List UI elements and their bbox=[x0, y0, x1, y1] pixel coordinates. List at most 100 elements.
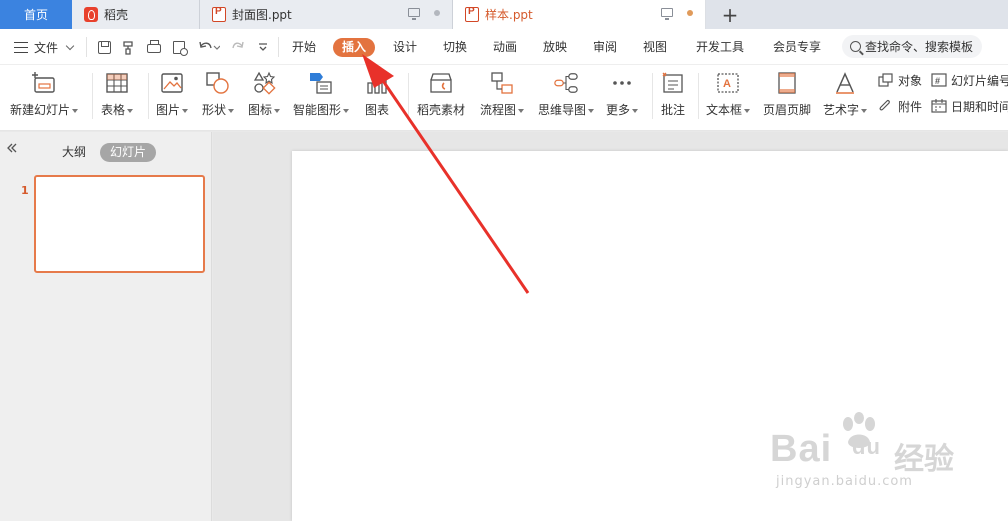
print-preview-icon bbox=[173, 40, 188, 56]
smartart-label: 智能图形 bbox=[293, 103, 342, 117]
header-footer-button[interactable]: 页眉页脚 bbox=[763, 69, 811, 125]
command-search-placeholder: 查找命令、搜索模板 bbox=[865, 40, 974, 54]
header-footer-label: 页眉页脚 bbox=[763, 103, 812, 117]
divider bbox=[92, 73, 93, 119]
format-painter-icon bbox=[122, 40, 133, 55]
header-footer-icon bbox=[774, 70, 800, 96]
tab-review[interactable]: 审阅 bbox=[593, 38, 617, 57]
icons-button[interactable]: 图标 bbox=[248, 69, 281, 125]
tab-view[interactable]: 视图 bbox=[643, 38, 667, 57]
save-icon bbox=[97, 40, 111, 54]
menu-bar: 文件 开始 插入 设计 切换 动画 放映 审阅 视图 开发工具 会员专享 查找命… bbox=[0, 29, 1008, 65]
tab-animation[interactable]: 动画 bbox=[493, 38, 517, 57]
attachment-button[interactable]: 附件 bbox=[878, 97, 922, 115]
save-button[interactable] bbox=[96, 39, 112, 55]
object-button[interactable]: 对象 bbox=[878, 71, 922, 89]
redo-button[interactable] bbox=[230, 39, 246, 55]
flowchart-button[interactable]: 流程图 bbox=[480, 69, 525, 125]
new-slide-button[interactable]: 新建幻灯片 bbox=[10, 69, 79, 125]
undo-icon bbox=[199, 41, 220, 50]
insert-ribbon: 新建幻灯片 表格 图片 形状 图标 智能图形 图表 稻壳素材 流程图 思维导图 … bbox=[0, 65, 1008, 131]
tab-document-cover-label: 封面图.ppt bbox=[232, 8, 292, 22]
chart-button[interactable]: 图表 bbox=[364, 69, 390, 125]
picture-label: 图片 bbox=[156, 103, 181, 117]
comment-icon bbox=[660, 70, 686, 96]
tab-document-sample-label: 样本.ppt bbox=[485, 8, 533, 22]
wordart-icon bbox=[832, 70, 858, 96]
shape-icon bbox=[205, 70, 231, 96]
slide-number-icon: # bbox=[931, 73, 947, 87]
picture-button[interactable]: 图片 bbox=[156, 69, 189, 125]
screen-icon[interactable] bbox=[408, 8, 420, 20]
undo-button[interactable] bbox=[197, 39, 221, 55]
tab-transition[interactable]: 切换 bbox=[443, 38, 467, 57]
tab-slideshow[interactable]: 放映 bbox=[543, 38, 567, 57]
wordart-label: 艺术字 bbox=[823, 103, 860, 117]
file-menu-button[interactable]: 文件 bbox=[14, 39, 75, 56]
tab-home[interactable]: 首页 bbox=[0, 0, 72, 29]
unsaved-dot-icon[interactable] bbox=[434, 9, 440, 16]
calendar-icon bbox=[931, 99, 947, 113]
picture-icon bbox=[159, 70, 185, 96]
tab-insert[interactable]: 插入 bbox=[333, 38, 376, 57]
chevron-down-icon bbox=[259, 43, 267, 51]
tab-document-sample[interactable]: 样本.ppt bbox=[453, 0, 706, 29]
comment-button[interactable]: 批注 bbox=[660, 69, 686, 125]
more-button[interactable]: 更多 bbox=[606, 69, 639, 125]
unsaved-dot-icon[interactable] bbox=[687, 9, 693, 16]
screen-icon[interactable] bbox=[661, 8, 673, 20]
shape-label: 形状 bbox=[202, 103, 227, 117]
smartart-icon bbox=[308, 70, 334, 96]
tab-design[interactable]: 设计 bbox=[393, 38, 417, 57]
daoke-logo-icon bbox=[84, 7, 98, 22]
daoke-material-label: 稻壳素材 bbox=[417, 103, 466, 117]
outline-tab[interactable]: 大纲 bbox=[62, 143, 86, 162]
textbox-icon: A bbox=[715, 70, 741, 96]
slide-index: 1 bbox=[21, 184, 29, 197]
slide-page[interactable] bbox=[292, 151, 1008, 521]
object-icon bbox=[878, 73, 893, 87]
table-icon bbox=[104, 70, 130, 96]
svg-text:A: A bbox=[723, 78, 731, 90]
object-label: 对象 bbox=[898, 73, 923, 88]
textbox-button[interactable]: A 文本框 bbox=[706, 69, 751, 125]
daoke-material-button[interactable]: 稻壳素材 bbox=[417, 69, 465, 125]
command-search-input[interactable]: 查找命令、搜索模板 bbox=[842, 35, 982, 58]
paperclip-icon bbox=[879, 100, 890, 111]
more-dots-icon bbox=[609, 70, 635, 96]
tab-home-label: 首页 bbox=[23, 8, 48, 22]
tab-daoke[interactable]: 稻壳 bbox=[72, 0, 200, 29]
material-icon bbox=[428, 70, 454, 96]
shape-button[interactable]: 形状 bbox=[202, 69, 235, 125]
ppt-file-icon bbox=[212, 6, 226, 22]
new-slide-label: 新建幻灯片 bbox=[10, 103, 71, 117]
slide-thumbnail[interactable] bbox=[34, 175, 205, 273]
mindmap-button[interactable]: 思维导图 bbox=[538, 69, 595, 125]
textbox-label: 文本框 bbox=[706, 103, 743, 117]
quick-access-more-button[interactable] bbox=[256, 39, 270, 55]
new-tab-button[interactable]: + bbox=[706, 0, 754, 29]
tab-developer[interactable]: 开发工具 bbox=[696, 38, 744, 57]
smartart-button[interactable]: 智能图形 bbox=[293, 69, 350, 125]
divider bbox=[698, 73, 699, 119]
svg-text:#: # bbox=[935, 76, 940, 86]
collapse-panel-button[interactable] bbox=[6, 142, 18, 158]
slide-number-button[interactable]: # 幻灯片编号 bbox=[931, 71, 1008, 89]
icons-icon bbox=[251, 70, 277, 96]
tab-member[interactable]: 会员专享 bbox=[773, 38, 821, 57]
file-menu-label: 文件 bbox=[34, 41, 59, 55]
wordart-button[interactable]: 艺术字 bbox=[823, 69, 868, 125]
flowchart-icon bbox=[489, 70, 515, 96]
print-button[interactable] bbox=[146, 39, 162, 55]
ppt-file-icon bbox=[465, 6, 479, 22]
tab-start[interactable]: 开始 bbox=[292, 38, 316, 57]
tab-document-cover[interactable]: 封面图.ppt bbox=[200, 0, 453, 29]
table-button[interactable]: 表格 bbox=[101, 69, 134, 125]
datetime-button[interactable]: 日期和时间 bbox=[931, 97, 1008, 115]
plus-icon: + bbox=[721, 2, 739, 27]
slide-panel: 大纲 幻灯片 1 bbox=[0, 132, 212, 521]
slides-tab[interactable]: 幻灯片 bbox=[100, 143, 157, 162]
format-painter-button[interactable] bbox=[120, 39, 136, 55]
new-slide-icon bbox=[31, 70, 57, 96]
print-preview-button[interactable] bbox=[171, 39, 188, 56]
